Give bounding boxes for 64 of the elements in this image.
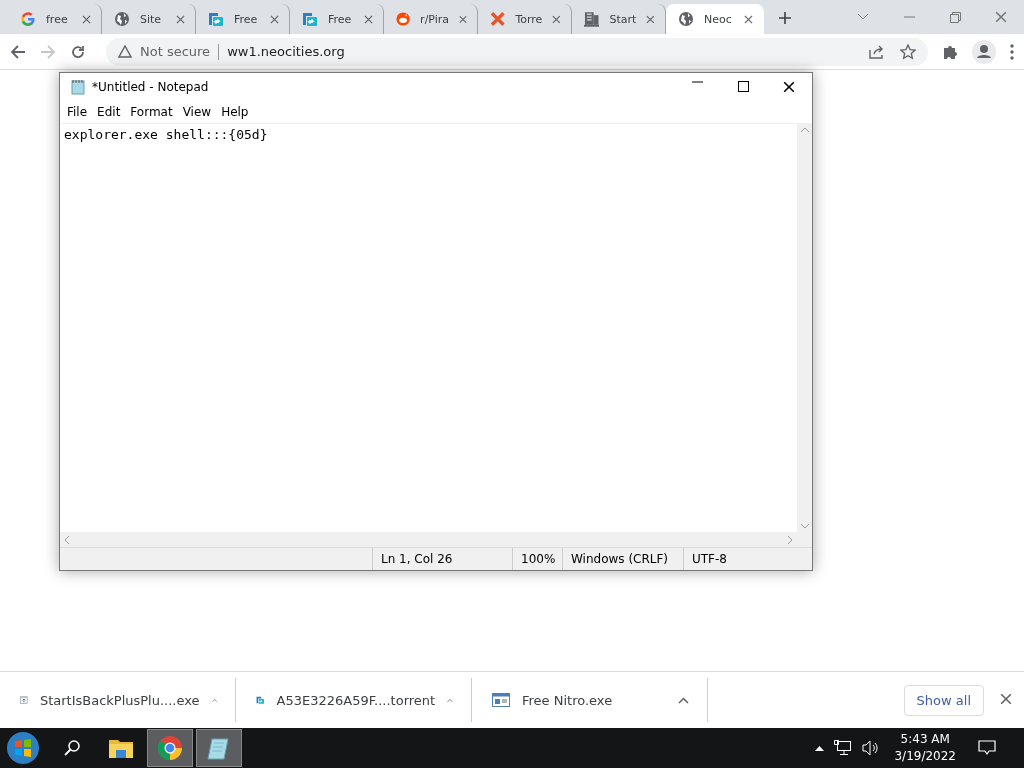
- share-icon[interactable]: [868, 43, 884, 60]
- close-icon[interactable]: [1000, 692, 1012, 705]
- tab-title: Free: [328, 12, 353, 26]
- reddit-icon: [396, 11, 411, 27]
- download-name[interactable]: A53E3226A59F....torrent: [276, 692, 436, 708]
- url-text: ww1.neocities.org: [227, 44, 345, 59]
- restore-icon[interactable]: [949, 11, 961, 23]
- notepad-icon: [70, 79, 86, 95]
- tab-title: Torre: [515, 12, 543, 26]
- browser-tab[interactable]: Neoc: [666, 4, 764, 34]
- menu-icon[interactable]: [1010, 43, 1014, 60]
- building-icon: [584, 11, 600, 27]
- menu-item[interactable]: Help: [218, 105, 252, 119]
- security-label: Not secure: [140, 44, 211, 59]
- address-bar[interactable]: Not secure ww1.neocities.org: [106, 37, 928, 66]
- cross-icon: [490, 11, 506, 27]
- search-icon[interactable]: [63, 739, 81, 757]
- back-icon[interactable]: [10, 43, 26, 60]
- start-orb-icon[interactable]: [6, 731, 40, 765]
- globe-icon: [114, 11, 130, 27]
- avatar-icon[interactable]: [972, 39, 996, 64]
- reload-icon[interactable]: [70, 43, 86, 60]
- chevron-icon[interactable]: [857, 13, 869, 21]
- warning-icon: [118, 45, 132, 58]
- torrent-icon: [208, 11, 224, 27]
- download-name[interactable]: StartIsBackPlusPlu....exe: [39, 692, 200, 708]
- puzzle-icon[interactable]: [942, 43, 958, 60]
- plus-icon[interactable]: [778, 11, 792, 25]
- caret-icon[interactable]: [678, 696, 689, 704]
- notepad-icon[interactable]: [206, 735, 232, 761]
- google-icon: [20, 11, 36, 27]
- show-all-button[interactable]: Show all: [903, 684, 984, 716]
- caret-icon[interactable]: [815, 745, 825, 751]
- status-field: Windows (CRLF): [562, 548, 683, 570]
- status-field: Ln 1, Col 26: [372, 548, 512, 570]
- folder-icon[interactable]: [109, 738, 133, 758]
- tab-title: r/Pira: [420, 12, 450, 26]
- minimize-icon[interactable]: [691, 81, 703, 83]
- menu-item[interactable]: File: [64, 105, 91, 119]
- notification-icon[interactable]: [978, 740, 996, 756]
- close-icon[interactable]: [783, 81, 795, 93]
- download-name[interactable]: Free Nitro.exe: [522, 692, 666, 708]
- status-field: 100%: [512, 548, 562, 570]
- clock-date[interactable]: 3/19/2022: [894, 748, 956, 765]
- star-icon[interactable]: [900, 43, 916, 60]
- globe-icon: [678, 11, 694, 27]
- tab-title: Neoc: [704, 12, 733, 26]
- chrome-icon[interactable]: [157, 735, 183, 761]
- window-title: *Untitled - Notepad: [92, 80, 210, 94]
- tab-title: Site: [140, 12, 163, 26]
- tab-title: Free: [234, 12, 259, 26]
- clock-time[interactable]: 5:43 AM: [900, 731, 950, 748]
- text-area[interactable]: explorer.exe shell:::{05d}: [60, 124, 797, 532]
- menu-item[interactable]: Edit: [94, 105, 124, 119]
- torrent-icon: [302, 11, 318, 27]
- volume-icon[interactable]: [862, 740, 881, 756]
- maximize-icon[interactable]: [737, 81, 749, 92]
- menu-item[interactable]: Format: [127, 105, 176, 119]
- window-icon: [492, 693, 510, 707]
- tab-title: free: [46, 12, 69, 26]
- menu-item[interactable]: View: [179, 105, 215, 119]
- network-icon[interactable]: [834, 740, 853, 756]
- status-field: UTF-8: [683, 548, 800, 570]
- tab-title: Start: [609, 12, 637, 26]
